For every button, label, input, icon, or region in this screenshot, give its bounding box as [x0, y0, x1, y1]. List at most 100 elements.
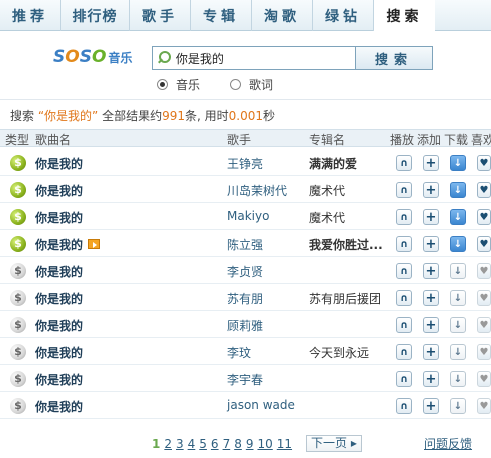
singer-link[interactable]: Makiyo [227, 209, 269, 223]
add-plus-icon[interactable]: + [423, 263, 439, 279]
like-heart-icon[interactable]: ♥ [477, 182, 491, 198]
play-headphone-icon[interactable]: ∩ [396, 182, 412, 198]
page-link[interactable]: 7 [223, 437, 231, 451]
download-icon[interactable]: ↓ [450, 371, 466, 387]
add-plus-icon[interactable]: + [423, 155, 439, 171]
song-title-link[interactable]: 你是我的 [35, 182, 83, 199]
page-link[interactable]: 1 [152, 437, 160, 451]
search-field[interactable] [152, 46, 356, 70]
play-headphone-icon[interactable]: ∩ [396, 371, 412, 387]
tab-discover[interactable]: 淘歌 [252, 0, 313, 31]
tab-recommend[interactable]: 推荐 [0, 0, 61, 31]
radio-music-label: 音乐 [176, 78, 201, 92]
album-link[interactable]: 魔术代 [309, 209, 387, 226]
song-title-link[interactable]: 你是我的 [35, 263, 83, 280]
song-title-link[interactable]: 你是我的 [35, 317, 83, 334]
play-headphone-icon[interactable]: ∩ [396, 263, 412, 279]
download-icon[interactable]: ↓ [450, 290, 466, 306]
page-link[interactable]: 5 [199, 437, 207, 451]
singer-link[interactable]: jason wade [227, 398, 295, 412]
mv-icon[interactable] [88, 239, 100, 249]
tab-green-diamond[interactable]: 绿钻 [313, 0, 374, 31]
page-link[interactable]: 6 [211, 437, 219, 451]
radio-music[interactable]: 音乐 [157, 76, 200, 93]
page-link[interactable]: 8 [234, 437, 242, 451]
feedback-link[interactable]: 问题反馈 [424, 435, 472, 452]
tab-singers[interactable]: 歌手 [130, 0, 191, 31]
page-link[interactable]: 2 [164, 437, 172, 451]
page-link[interactable]: 11 [277, 437, 292, 451]
add-plus-icon[interactable]: + [423, 344, 439, 360]
song-title-link[interactable]: 你是我的 [35, 236, 83, 253]
song-title-link[interactable]: 你是我的 [35, 209, 83, 226]
play-headphone-icon[interactable]: ∩ [396, 155, 412, 171]
like-heart-icon[interactable]: ♥ [477, 236, 491, 252]
add-plus-icon[interactable]: + [423, 209, 439, 225]
search-input[interactable] [175, 48, 355, 68]
singer-link[interactable]: 李贞贤 [227, 263, 263, 280]
add-plus-icon[interactable]: + [423, 317, 439, 333]
search-button[interactable]: 搜索 [356, 46, 433, 70]
like-heart-icon[interactable]: ♥ [477, 209, 491, 225]
singer-link[interactable]: 李宇春 [227, 371, 263, 388]
tab-albums[interactable]: 专辑 [191, 0, 252, 31]
song-title-link[interactable]: 你是我的 [35, 344, 83, 361]
add-plus-icon[interactable]: + [423, 236, 439, 252]
top-tab-bar: 推荐 排行榜 歌手 专辑 淘歌 绿钻 搜索 [0, 0, 491, 32]
add-plus-icon[interactable]: + [423, 182, 439, 198]
like-heart-icon[interactable]: ♥ [477, 398, 491, 414]
pagination: 1 2 3 4 5 6 7 8 9 10 11 下一页 ▸ [152, 435, 362, 452]
like-heart-icon[interactable]: ♥ [477, 263, 491, 279]
song-title-link[interactable]: 你是我的 [35, 371, 83, 388]
song-title-link[interactable]: 你是我的 [35, 155, 83, 172]
download-icon[interactable]: ↓ [450, 317, 466, 333]
col-singer: 歌手 [227, 133, 252, 147]
play-headphone-icon[interactable]: ∩ [396, 290, 412, 306]
download-icon[interactable]: ↓ [450, 398, 466, 414]
download-icon[interactable]: ↓ [450, 263, 466, 279]
like-heart-icon[interactable]: ♥ [477, 371, 491, 387]
like-heart-icon[interactable]: ♥ [477, 344, 491, 360]
play-headphone-icon[interactable]: ∩ [396, 398, 412, 414]
album-link[interactable]: 满满的爱 [309, 155, 387, 172]
download-icon[interactable]: ↓ [450, 344, 466, 360]
song-title-link[interactable]: 你是我的 [35, 398, 83, 415]
like-heart-icon[interactable]: ♥ [477, 155, 491, 171]
radio-unchecked-icon[interactable] [230, 79, 242, 90]
singer-link[interactable]: 李玟 [227, 344, 251, 361]
singer-link[interactable]: 苏有朋 [227, 290, 263, 307]
radio-lyrics[interactable]: 歌词 [230, 76, 273, 93]
singer-link[interactable]: 陈立强 [227, 236, 263, 253]
tab-charts[interactable]: 排行榜 [61, 0, 130, 31]
download-icon[interactable]: ↓ [450, 209, 466, 225]
add-plus-icon[interactable]: + [423, 371, 439, 387]
singer-link[interactable]: 川岛茉树代 [227, 182, 287, 199]
page-link[interactable]: 10 [257, 437, 272, 451]
download-icon[interactable]: ↓ [450, 236, 466, 252]
radio-checked-icon[interactable] [157, 79, 168, 90]
play-headphone-icon[interactable]: ∩ [396, 209, 412, 225]
soso-music-logo[interactable]: SOSO 音乐 [53, 46, 132, 68]
like-heart-icon[interactable]: ♥ [477, 317, 491, 333]
song-title-link[interactable]: 你是我的 [35, 290, 83, 307]
download-icon[interactable]: ↓ [450, 155, 466, 171]
play-headphone-icon[interactable]: ∩ [396, 236, 412, 252]
singer-link[interactable]: 顾莉雅 [227, 317, 263, 334]
like-heart-icon[interactable]: ♥ [477, 290, 491, 306]
play-headphone-icon[interactable]: ∩ [396, 344, 412, 360]
play-headphone-icon[interactable]: ∩ [396, 317, 412, 333]
result-row: 你是我的 王铮亮 满满的爱 ∩ + ↓ ♥ [0, 149, 491, 176]
add-plus-icon[interactable]: + [423, 290, 439, 306]
singer-link[interactable]: 王铮亮 [227, 155, 263, 172]
album-link[interactable]: 魔术代 [309, 182, 387, 199]
page-link[interactable]: 3 [176, 437, 184, 451]
album-link[interactable]: 我爱你胜过... [309, 236, 387, 253]
add-plus-icon[interactable]: + [423, 398, 439, 414]
album-link[interactable]: 苏有朋后援团 [309, 290, 387, 307]
page-link[interactable]: 9 [246, 437, 254, 451]
tab-search[interactable]: 搜索 [374, 0, 435, 32]
download-icon[interactable]: ↓ [450, 182, 466, 198]
page-link[interactable]: 4 [188, 437, 196, 451]
next-page-button[interactable]: 下一页 ▸ [306, 435, 362, 452]
album-link[interactable]: 今天到永远 [309, 344, 387, 361]
